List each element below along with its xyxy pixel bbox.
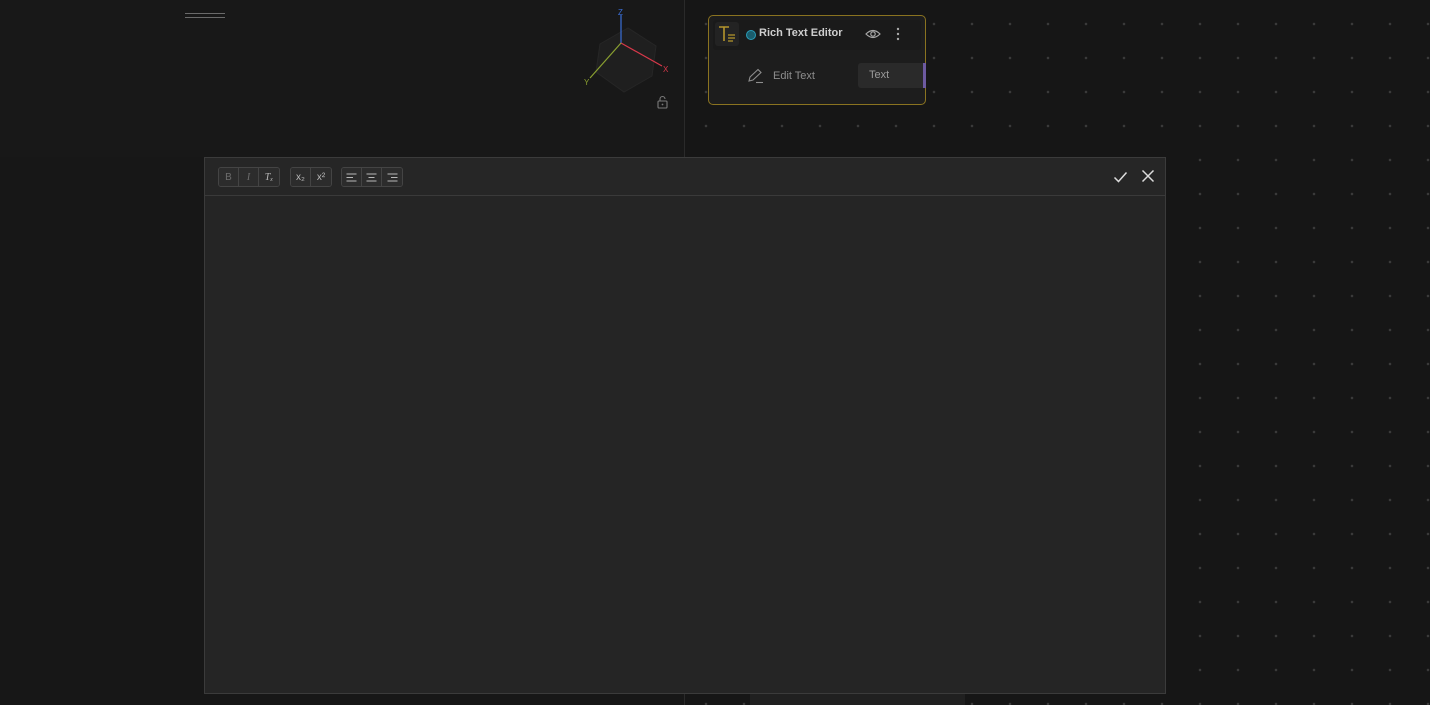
status-indicator: [746, 30, 756, 40]
script-button-group: x₂ x²: [290, 167, 332, 187]
rich-text-editor-modal: B I Tₓ x₂ x²: [204, 157, 1166, 694]
eye-icon[interactable]: [865, 27, 881, 41]
bottom-panel-edge: [750, 694, 965, 705]
editor-content-area[interactable]: [205, 197, 1165, 693]
clear-format-button[interactable]: Tₓ: [259, 168, 279, 186]
pencil-icon: [748, 68, 763, 84]
align-center-icon: [366, 173, 377, 181]
gizmo-y-label: Y: [584, 78, 590, 87]
viewport-drag-handle[interactable]: [185, 13, 225, 18]
output-port-handle[interactable]: [923, 63, 926, 88]
viewport-3d[interactable]: Z X Y: [0, 0, 684, 157]
subscript-button[interactable]: x₂: [291, 168, 311, 186]
orientation-gizmo[interactable]: Z X Y: [580, 6, 675, 96]
output-label: Text: [869, 69, 890, 81]
gizmo-x-label: X: [663, 65, 669, 74]
bold-button[interactable]: B: [219, 168, 239, 186]
superscript-button[interactable]: x²: [311, 168, 331, 186]
kebab-icon[interactable]: [893, 26, 903, 42]
check-icon[interactable]: [1113, 170, 1128, 184]
align-button-group: [341, 167, 403, 187]
node-title: Rich Text Editor: [759, 27, 843, 39]
align-left-button[interactable]: [342, 168, 362, 186]
align-left-icon: [346, 173, 357, 181]
align-center-button[interactable]: [362, 168, 382, 186]
edit-text-label: Edit Text: [773, 70, 815, 82]
edit-text-button[interactable]: Edit Text: [747, 68, 847, 86]
text-format-icon: [715, 22, 739, 46]
unlock-icon[interactable]: [656, 95, 669, 109]
italic-button[interactable]: I: [239, 168, 259, 186]
gizmo-z-label: Z: [618, 8, 623, 17]
text-output-socket[interactable]: Text: [858, 63, 926, 88]
format-button-group: B I Tₓ: [218, 167, 280, 187]
align-right-icon: [387, 173, 397, 181]
rich-text-editor-node[interactable]: Rich Text Editor Edit Text Text: [708, 15, 926, 105]
editor-toolbar: B I Tₓ x₂ x²: [205, 158, 1165, 196]
close-icon[interactable]: [1141, 169, 1155, 183]
align-right-button[interactable]: [382, 168, 402, 186]
